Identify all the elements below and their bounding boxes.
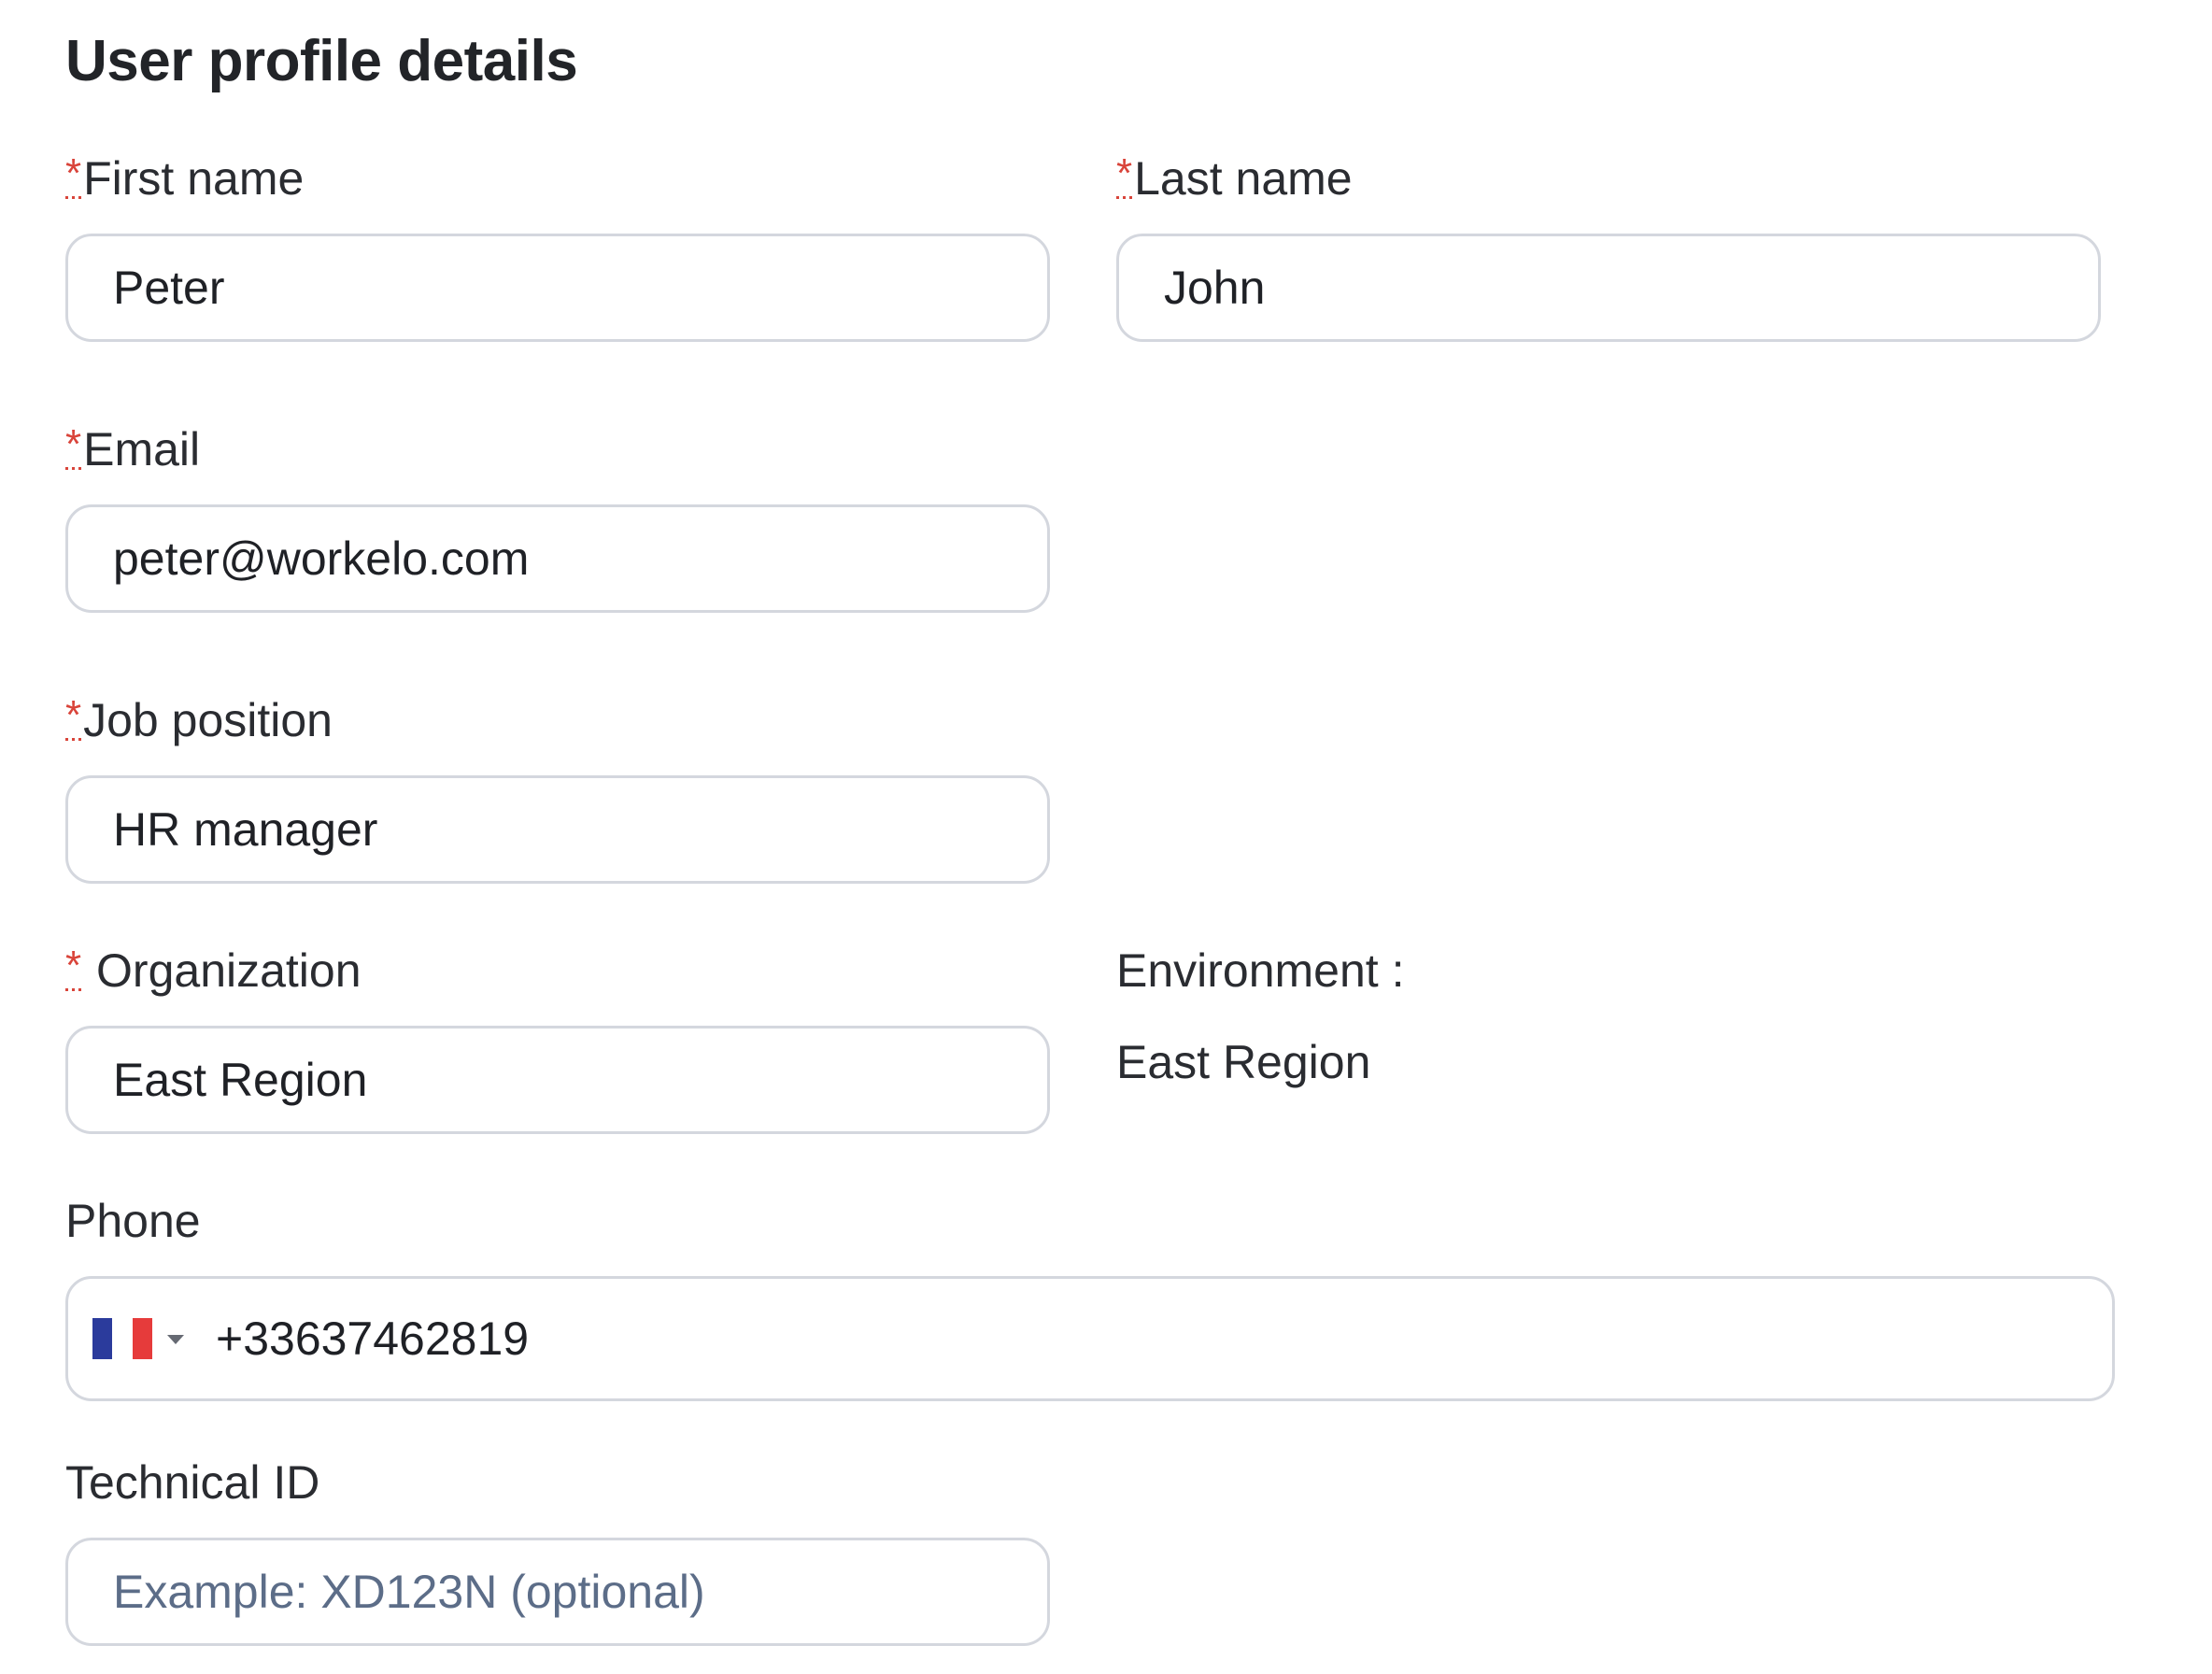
email-label: *Email — [65, 421, 201, 475]
required-marker: * — [1116, 150, 1133, 199]
required-marker: * — [65, 421, 82, 470]
job-position-label: *Job position — [65, 692, 333, 746]
user-profile-form: User profile details *First name Peter *… — [0, 0, 2212, 1674]
environment-value: East Region — [1116, 1036, 1371, 1088]
environment-label: Environment : — [1116, 944, 1405, 997]
technical-id-placeholder: Example: XD123N (optional) — [113, 1566, 705, 1618]
organization-label: * Organization — [65, 943, 362, 997]
technical-id-input[interactable]: Example: XD123N (optional) — [65, 1538, 1050, 1646]
technical-id-label: Technical ID — [65, 1456, 320, 1509]
first-name-input[interactable]: Peter — [65, 234, 1050, 342]
job-position-input[interactable]: HR manager — [65, 775, 1050, 884]
france-flag-icon[interactable] — [92, 1318, 152, 1359]
first-name-label: *First name — [65, 150, 305, 205]
email-input[interactable]: peter@workelo.com — [65, 504, 1050, 613]
organization-input[interactable]: East Region — [65, 1026, 1050, 1134]
phone-label: Phone — [65, 1195, 201, 1247]
required-marker: * — [65, 150, 82, 199]
last-name-input[interactable]: John — [1116, 234, 2101, 342]
page-title: User profile details — [65, 29, 578, 93]
required-marker: * — [65, 692, 82, 741]
required-marker: * — [65, 943, 82, 991]
last-name-label: *Last name — [1116, 150, 1353, 205]
phone-input[interactable]: +33637462819 — [65, 1276, 2115, 1401]
chevron-down-icon[interactable] — [167, 1335, 184, 1344]
